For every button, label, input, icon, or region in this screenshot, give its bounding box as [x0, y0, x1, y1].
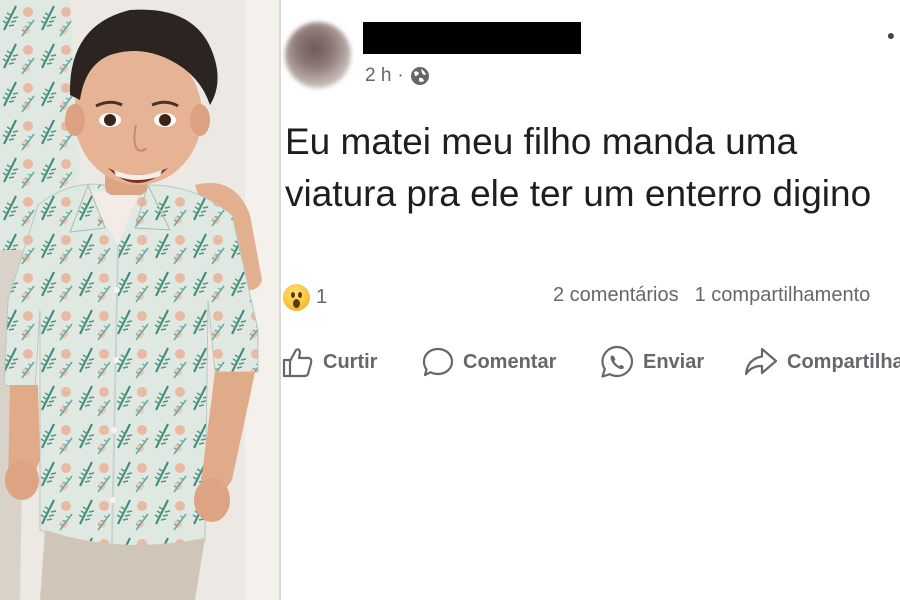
child-photo-illustration — [0, 0, 279, 600]
like-button[interactable]: Curtir — [281, 340, 377, 384]
whatsapp-icon — [601, 345, 634, 378]
send-whatsapp-button[interactable]: Enviar — [599, 340, 704, 384]
meta-separator: · — [397, 65, 404, 86]
comment-label: Comentar — [463, 350, 557, 373]
send-label: Enviar — [643, 350, 705, 373]
comment-count[interactable]: 2 comentários — [553, 284, 679, 307]
redacted-author-name — [363, 22, 581, 54]
avatar[interactable] — [285, 22, 351, 88]
post-text: Eu matei meu filho manda uma viatura pra… — [285, 121, 872, 214]
post-time[interactable]: 2 h — [365, 65, 391, 87]
reaction-summary[interactable]: 1 — [283, 282, 327, 312]
globe-icon[interactable] — [410, 66, 430, 86]
child-photo — [0, 0, 279, 600]
post-meta: 2 h · — [365, 63, 430, 89]
engagement-counts: 2 comentários 1 compartilhamento — [553, 284, 870, 307]
thumbs-up-icon — [282, 348, 313, 378]
share-label: Compartilhar — [787, 350, 900, 373]
more-dots-icon[interactable]: ● — [884, 28, 898, 42]
action-bar: Curtir Comentar Enviar Compartilhar — [281, 340, 900, 384]
share-arrow-icon — [744, 347, 778, 376]
comment-button[interactable]: Comentar — [421, 340, 556, 384]
speech-bubble-icon — [422, 347, 454, 377]
share-count[interactable]: 1 compartilhamento — [695, 284, 871, 307]
reaction-count: 1 — [316, 285, 328, 308]
like-label: Curtir — [323, 350, 378, 373]
share-button[interactable]: Compartilhar — [743, 340, 900, 384]
facebook-post: ● 2 h · Eu matei meu filho manda uma via… — [281, 0, 900, 600]
wow-emoji-icon — [283, 283, 310, 311]
